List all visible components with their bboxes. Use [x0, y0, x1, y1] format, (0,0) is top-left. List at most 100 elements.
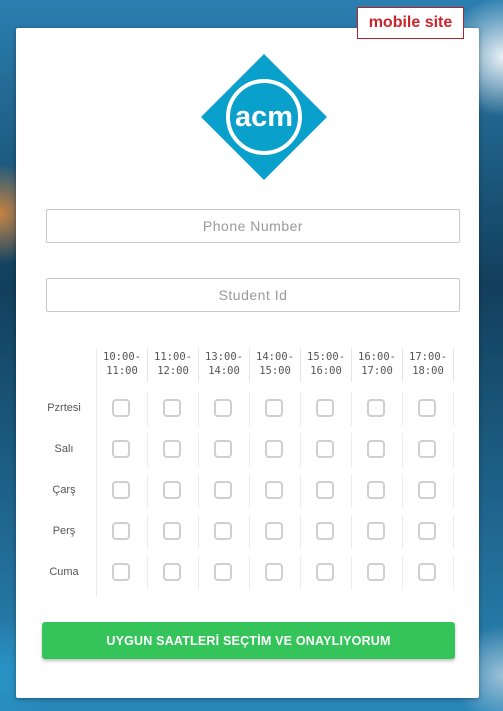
- day-label: Cuma: [49, 566, 79, 578]
- schedule-cell: [148, 433, 199, 467]
- day-label: Pzrtesi: [47, 402, 81, 414]
- slot-checkbox[interactable]: [316, 522, 334, 540]
- slot-checkbox[interactable]: [418, 563, 436, 581]
- slot-checkbox[interactable]: [214, 399, 232, 417]
- slot-checkbox[interactable]: [367, 563, 385, 581]
- schedule-cell: [352, 474, 403, 508]
- slot-checkbox[interactable]: [316, 440, 334, 458]
- schedule-cell: [352, 556, 403, 590]
- acm-logo-text: acm: [235, 101, 293, 133]
- schedule-cell: [250, 474, 301, 508]
- time-slot-header: 15:00- 16:00: [301, 348, 352, 382]
- schedule-cell: [301, 515, 352, 549]
- submit-button[interactable]: UYGUN SAATLERİ SEÇTİM VE ONAYLIYORUM: [42, 622, 455, 659]
- time-slot-start: 17:00-: [409, 351, 447, 363]
- slot-checkbox[interactable]: [112, 440, 130, 458]
- slot-checkbox[interactable]: [418, 399, 436, 417]
- schedule-cell: [403, 556, 454, 590]
- schedule-cell: [97, 515, 148, 549]
- slot-checkbox[interactable]: [214, 563, 232, 581]
- slot-checkbox[interactable]: [214, 440, 232, 458]
- schedule-cell: [199, 556, 250, 590]
- schedule-cell: [301, 433, 352, 467]
- slot-checkbox[interactable]: [112, 481, 130, 499]
- schedule-cell: [199, 392, 250, 426]
- slot-checkbox[interactable]: [367, 481, 385, 499]
- schedule-cell: [97, 433, 148, 467]
- slot-checkbox[interactable]: [316, 563, 334, 581]
- day-label: Perş: [52, 525, 76, 537]
- slot-checkbox[interactable]: [316, 399, 334, 417]
- slot-checkbox[interactable]: [265, 440, 283, 458]
- slot-checkbox[interactable]: [265, 522, 283, 540]
- schedule-cell: [199, 433, 250, 467]
- slot-checkbox[interactable]: [214, 522, 232, 540]
- day-label: Salı: [54, 443, 74, 455]
- time-slot-start: 11:00-: [154, 351, 192, 363]
- slot-checkbox[interactable]: [265, 481, 283, 499]
- schedule-cell: [199, 515, 250, 549]
- slot-checkbox[interactable]: [418, 522, 436, 540]
- schedule-cell: [250, 433, 301, 467]
- schedule-cell: [97, 556, 148, 590]
- time-slot-header: 17:00- 18:00: [403, 348, 454, 382]
- slot-checkbox[interactable]: [112, 522, 130, 540]
- slot-checkbox[interactable]: [163, 481, 181, 499]
- slot-checkbox[interactable]: [163, 440, 181, 458]
- slot-checkbox[interactable]: [367, 399, 385, 417]
- time-slot-header: 16:00- 17:00: [352, 348, 403, 382]
- slot-checkbox[interactable]: [367, 522, 385, 540]
- time-slot-header: 11:00- 12:00: [148, 348, 199, 382]
- time-slot-end: 15:00: [259, 365, 291, 377]
- schedule-cell: [148, 515, 199, 549]
- time-slot-end: 17:00: [361, 365, 393, 377]
- slot-checkbox[interactable]: [265, 399, 283, 417]
- slot-checkbox[interactable]: [112, 399, 130, 417]
- schedule-cell: [352, 515, 403, 549]
- schedule-cell: [250, 556, 301, 590]
- time-slot-end: 16:00: [310, 365, 342, 377]
- time-slot-start: 13:00-: [205, 351, 243, 363]
- time-slot-end: 18:00: [412, 365, 444, 377]
- slot-checkbox[interactable]: [163, 563, 181, 581]
- schedule-cell: [352, 433, 403, 467]
- time-slot-start: 15:00-: [307, 351, 345, 363]
- slot-checkbox[interactable]: [163, 522, 181, 540]
- schedule-cell: [301, 392, 352, 426]
- schedule-cell: [301, 556, 352, 590]
- schedule-cell: [403, 474, 454, 508]
- schedule-cell: [97, 474, 148, 508]
- mobile-site-badge: mobile site: [357, 7, 464, 39]
- day-label: Çarş: [52, 484, 76, 496]
- slot-checkbox[interactable]: [418, 481, 436, 499]
- slot-checkbox[interactable]: [214, 481, 232, 499]
- slot-checkbox[interactable]: [418, 440, 436, 458]
- schedule-cell: [403, 515, 454, 549]
- slot-checkbox[interactable]: [265, 563, 283, 581]
- schedule-cell: [352, 392, 403, 426]
- phone-number-input[interactable]: [46, 209, 460, 243]
- student-id-input[interactable]: [46, 278, 460, 312]
- schedule-cell: [250, 515, 301, 549]
- schedule-cell: [148, 556, 199, 590]
- time-slot-start: 16:00-: [358, 351, 396, 363]
- slot-checkbox[interactable]: [367, 440, 385, 458]
- time-slot-start: 10:00-: [103, 351, 141, 363]
- slot-checkbox[interactable]: [163, 399, 181, 417]
- time-slot-end: 12:00: [157, 365, 189, 377]
- time-slot-header: 13:00- 14:00: [199, 348, 250, 382]
- schedule-cell: [199, 474, 250, 508]
- time-slot-header: 10:00- 11:00: [97, 348, 148, 382]
- schedule-cell: [403, 392, 454, 426]
- time-slot-end: 11:00: [106, 365, 138, 377]
- schedule-cell: [250, 392, 301, 426]
- schedule-cell: [97, 392, 148, 426]
- time-slot-end: 14:00: [208, 365, 240, 377]
- slot-checkbox[interactable]: [112, 563, 130, 581]
- schedule-cell: [301, 474, 352, 508]
- schedule-cell: [148, 392, 199, 426]
- slot-checkbox[interactable]: [316, 481, 334, 499]
- schedule-cell: [403, 433, 454, 467]
- time-slot-start: 14:00-: [256, 351, 294, 363]
- acm-logo: acm: [201, 54, 327, 180]
